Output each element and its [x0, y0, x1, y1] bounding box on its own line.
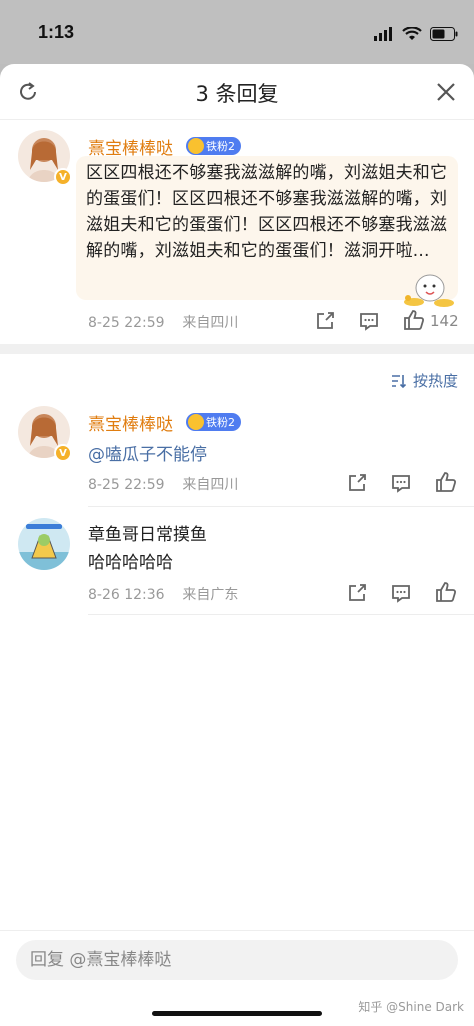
comment-icon[interactable]: [358, 310, 380, 332]
fan-badge-label: 铁粉2: [206, 416, 235, 429]
battery-icon: [430, 27, 458, 41]
reply-text[interactable]: @嗑瓜子不能停: [88, 440, 207, 465]
share-icon[interactable]: [346, 582, 368, 604]
like-count: 142: [430, 312, 459, 330]
section-divider: [0, 344, 474, 354]
sheet-header: 3 条回复: [0, 64, 474, 120]
reply-divider: [88, 614, 474, 615]
comment-location: 来自四川: [182, 315, 239, 331]
fan-badge: 铁粉2: [186, 137, 241, 155]
like-icon[interactable]: [434, 470, 458, 494]
comment-text[interactable]: 区区四根还不够塞我滋滋解的嘴，刘滋姐夫和它的蛋蛋们！区区四根还不够塞我滋滋解的嘴…: [86, 160, 448, 264]
comment-date: 8-25 22:59: [88, 315, 165, 331]
reply-username[interactable]: 熹宝棒棒哒: [88, 410, 173, 435]
reply-input-container[interactable]: [16, 940, 458, 980]
crown-icon: [188, 138, 204, 154]
status-time: 1:13: [38, 22, 75, 42]
fan-badge-label: 铁粉2: [206, 140, 235, 153]
reply-meta: 8-25 22:59 来自四川: [88, 474, 238, 494]
crown-icon: [188, 414, 204, 430]
reply-date: 8-26 12:36: [88, 587, 165, 603]
comment-icon[interactable]: [390, 582, 412, 604]
sort-label: 按热度: [412, 372, 458, 390]
like-icon[interactable]: [434, 580, 458, 604]
wifi-icon: [402, 27, 422, 40]
mention-link[interactable]: @嗑瓜子不能停: [88, 445, 207, 465]
reply-text[interactable]: 哈哈哈哈哈: [88, 548, 173, 573]
fan-badge: 铁粉2: [186, 413, 241, 431]
share-icon[interactable]: [346, 472, 368, 494]
reply-location: 来自广东: [182, 587, 239, 603]
status-bar: 1:13: [0, 0, 474, 64]
reply-location: 来自四川: [182, 477, 239, 493]
verified-badge-icon: V: [54, 444, 72, 462]
comment-icon[interactable]: [390, 472, 412, 494]
reply-divider: [88, 506, 474, 507]
avatar[interactable]: [18, 518, 70, 570]
close-icon[interactable]: [434, 80, 458, 104]
status-icons: [374, 24, 458, 44]
replies-sheet: 3 条回复 V 熹宝棒棒哒 铁粉2 区区四根还不够塞我滋滋解的嘴，刘滋姐夫和它的…: [0, 64, 474, 1026]
signal-icon: [374, 27, 392, 41]
like-icon[interactable]: [402, 308, 426, 332]
watermark: 知乎 @Shine Dark: [358, 1000, 464, 1014]
share-icon[interactable]: [314, 310, 336, 332]
reply-username[interactable]: 章鱼哥日常摸鱼: [88, 520, 207, 545]
comment-meta: 8-25 22:59 来自四川: [88, 312, 238, 332]
verified-badge-icon: V: [54, 168, 72, 186]
emoji-sticker-icon: [404, 274, 454, 307]
reply-meta: 8-26 12:36 来自广东: [88, 584, 238, 604]
reply-input[interactable]: [30, 950, 458, 970]
input-divider: [0, 930, 474, 931]
reply-date: 8-25 22:59: [88, 477, 165, 493]
sort-icon: [391, 374, 407, 388]
sort-button[interactable]: 按热度: [391, 370, 458, 391]
sheet-title: 3 条回复: [195, 82, 279, 106]
home-indicator[interactable]: [152, 1011, 322, 1016]
